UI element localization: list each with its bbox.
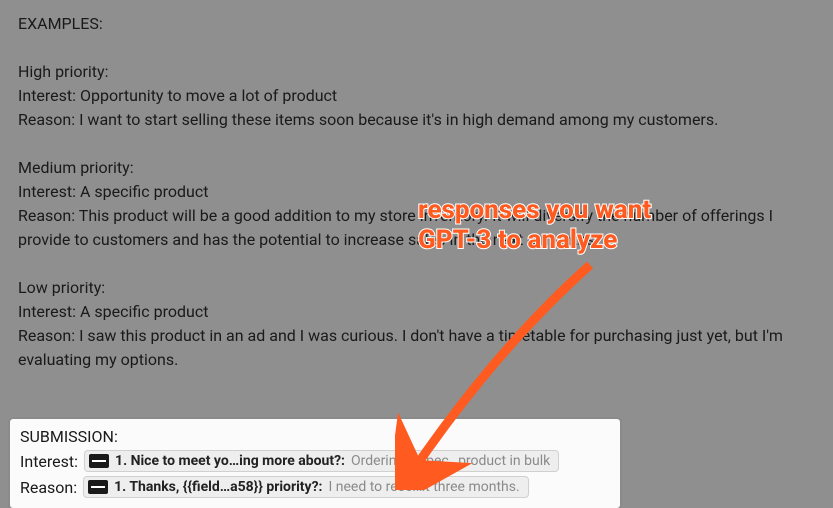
reason-label: Reason: [20,478,77,497]
submission-interest-row: Interest: 1. Nice to meet yo…ing more ab… [20,450,610,472]
examples-text: EXAMPLES: High priority: Interest: Oppor… [0,0,833,372]
submission-box: SUBMISSION: Interest: 1. Nice to meet yo… [10,419,620,508]
reason-pill-question: 1. Thanks, {{field…a58}} priority?: [114,479,322,495]
submission-header: SUBMISSION: [20,427,610,446]
submission-reason-row: Reason: 1. Thanks, {{field…a58}} priorit… [20,476,610,498]
interest-variable-pill[interactable]: 1. Nice to meet yo…ing more about?: Orde… [84,450,559,472]
interest-pill-value: Ordering a spec…product in bulk [351,453,550,469]
interest-label: Interest: [20,452,78,471]
high-interest: Interest: Opportunity to move a lot of p… [18,84,815,108]
typeform-icon [88,480,108,494]
reason-pill-value: I need to recei…t three months. [328,479,519,495]
medium-interest: Interest: A specific product [18,180,815,204]
low-interest: Interest: A specific product [18,300,815,324]
high-title: High priority: [18,60,815,84]
high-reason: Reason: I want to start selling these it… [18,108,815,132]
low-title: Low priority: [18,276,815,300]
typeform-icon [89,454,109,468]
reason-variable-pill[interactable]: 1. Thanks, {{field…a58}} priority?: I ne… [83,476,529,498]
interest-pill-question: 1. Nice to meet yo…ing more about?: [115,453,345,469]
examples-header: EXAMPLES: [18,12,815,36]
medium-title: Medium priority: [18,156,815,180]
medium-reason: Reason: This product will be a good addi… [18,204,815,252]
low-reason: Reason: I saw this product in an ad and … [18,324,815,372]
